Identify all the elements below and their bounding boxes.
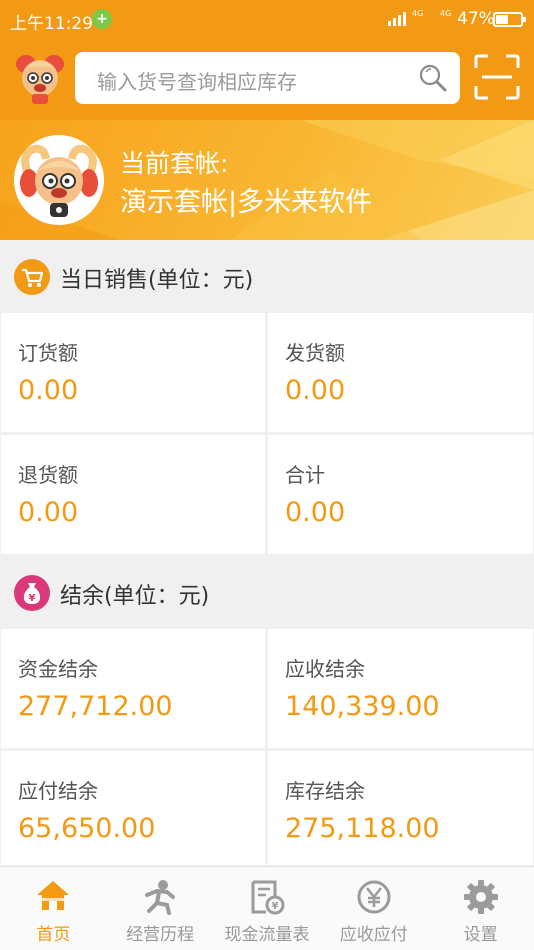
nav-item-receivable-payable[interactable]: 应收应付 xyxy=(320,867,427,950)
nav-label: 应收应付 xyxy=(339,925,408,945)
svg-text:¥: ¥ xyxy=(29,593,36,604)
card-label: 资金结余 xyxy=(18,657,98,681)
nav-label: 首页 xyxy=(36,925,71,945)
signal-icon xyxy=(388,12,406,26)
search-placeholder: 输入货号查询相应库存 xyxy=(97,70,297,94)
balance-title: 结余(单位：元) xyxy=(60,584,210,609)
card-value: 277,712.00 xyxy=(18,691,173,722)
card-label: 应收结余 xyxy=(285,657,365,681)
fund-balance-card[interactable]: 资金结余 277,712.00 xyxy=(1,629,265,748)
account-label: 当前套帐: xyxy=(120,149,229,178)
receivable-balance-card[interactable]: 应收结余 140,339.00 xyxy=(268,629,533,748)
bottom-nav: 首页 经营历程 ¥ 现金流量表 应收应付 设置 xyxy=(0,866,534,950)
account-name[interactable]: 演示套帐|多米来软件 xyxy=(120,180,372,219)
status-bar: 上午11:29 + 4G 4G 47% xyxy=(0,0,534,38)
card-label: 库存结余 xyxy=(285,779,365,803)
search-input[interactable]: 输入货号查询相应库存 xyxy=(75,52,460,104)
status-time: 上午11:29 xyxy=(10,14,93,34)
battery-percent: 47% xyxy=(457,9,495,29)
card-value: 0.00 xyxy=(285,375,346,406)
nav-item-settings[interactable]: 设置 xyxy=(427,867,534,950)
search-header: 输入货号查询相应库存 xyxy=(0,38,534,120)
card-value: 275,118.00 xyxy=(285,813,440,844)
nav-item-home[interactable]: 首页 xyxy=(0,867,107,950)
runner-icon xyxy=(145,880,176,915)
notification-badge-icon: + xyxy=(92,9,112,29)
payable-balance-card[interactable]: 应付结余 65,650.00 xyxy=(1,751,265,865)
total-amount-card[interactable]: 合计 0.00 xyxy=(268,435,533,554)
card-value: 0.00 xyxy=(18,375,79,406)
money-bag-icon: ¥ xyxy=(14,575,50,611)
scan-icon[interactable] xyxy=(474,54,520,100)
card-label: 合计 xyxy=(285,463,325,487)
yen-icon xyxy=(357,880,391,914)
card-value: 65,650.00 xyxy=(18,813,156,844)
shipped-amount-card[interactable]: 发货额 0.00 xyxy=(268,313,533,432)
inventory-balance-card[interactable]: 库存结余 275,118.00 xyxy=(268,751,533,865)
app-logo-icon[interactable] xyxy=(14,50,66,106)
card-label: 退货额 xyxy=(18,463,78,487)
card-label: 应付结余 xyxy=(18,779,98,803)
card-value: 140,339.00 xyxy=(285,691,440,722)
account-banner: 当前套帐: 演示套帐|多米来软件 xyxy=(0,120,534,240)
battery-icon xyxy=(493,12,526,27)
cart-icon xyxy=(14,259,50,295)
card-value: 0.00 xyxy=(285,497,346,528)
network-indicator-2: 4G xyxy=(440,9,452,18)
nav-label: 现金流量表 xyxy=(224,925,310,945)
nav-label: 经营历程 xyxy=(126,925,195,945)
daily-sales-title: 当日销售(单位：元) xyxy=(60,268,254,293)
card-value: 0.00 xyxy=(18,497,79,528)
order-amount-card[interactable]: 订货额 0.00 xyxy=(1,313,265,432)
cashflow-icon: ¥ xyxy=(251,880,285,915)
svg-text:¥: ¥ xyxy=(272,901,279,912)
network-indicator-1: 4G xyxy=(412,9,424,18)
search-icon[interactable] xyxy=(418,63,448,93)
balance-header: ¥ 结余(单位：元) xyxy=(0,556,534,628)
gear-icon xyxy=(463,880,498,914)
home-icon xyxy=(37,881,70,910)
daily-sales-header: 当日销售(单位：元) xyxy=(0,240,534,312)
return-amount-card[interactable]: 退货额 0.00 xyxy=(1,435,265,554)
card-label: 订货额 xyxy=(18,341,78,365)
card-label: 发货额 xyxy=(285,341,345,365)
nav-label: 设置 xyxy=(463,925,498,945)
nav-item-cashflow[interactable]: ¥ 现金流量表 xyxy=(214,867,321,950)
nav-item-history[interactable]: 经营历程 xyxy=(107,867,214,950)
account-avatar xyxy=(14,135,104,225)
